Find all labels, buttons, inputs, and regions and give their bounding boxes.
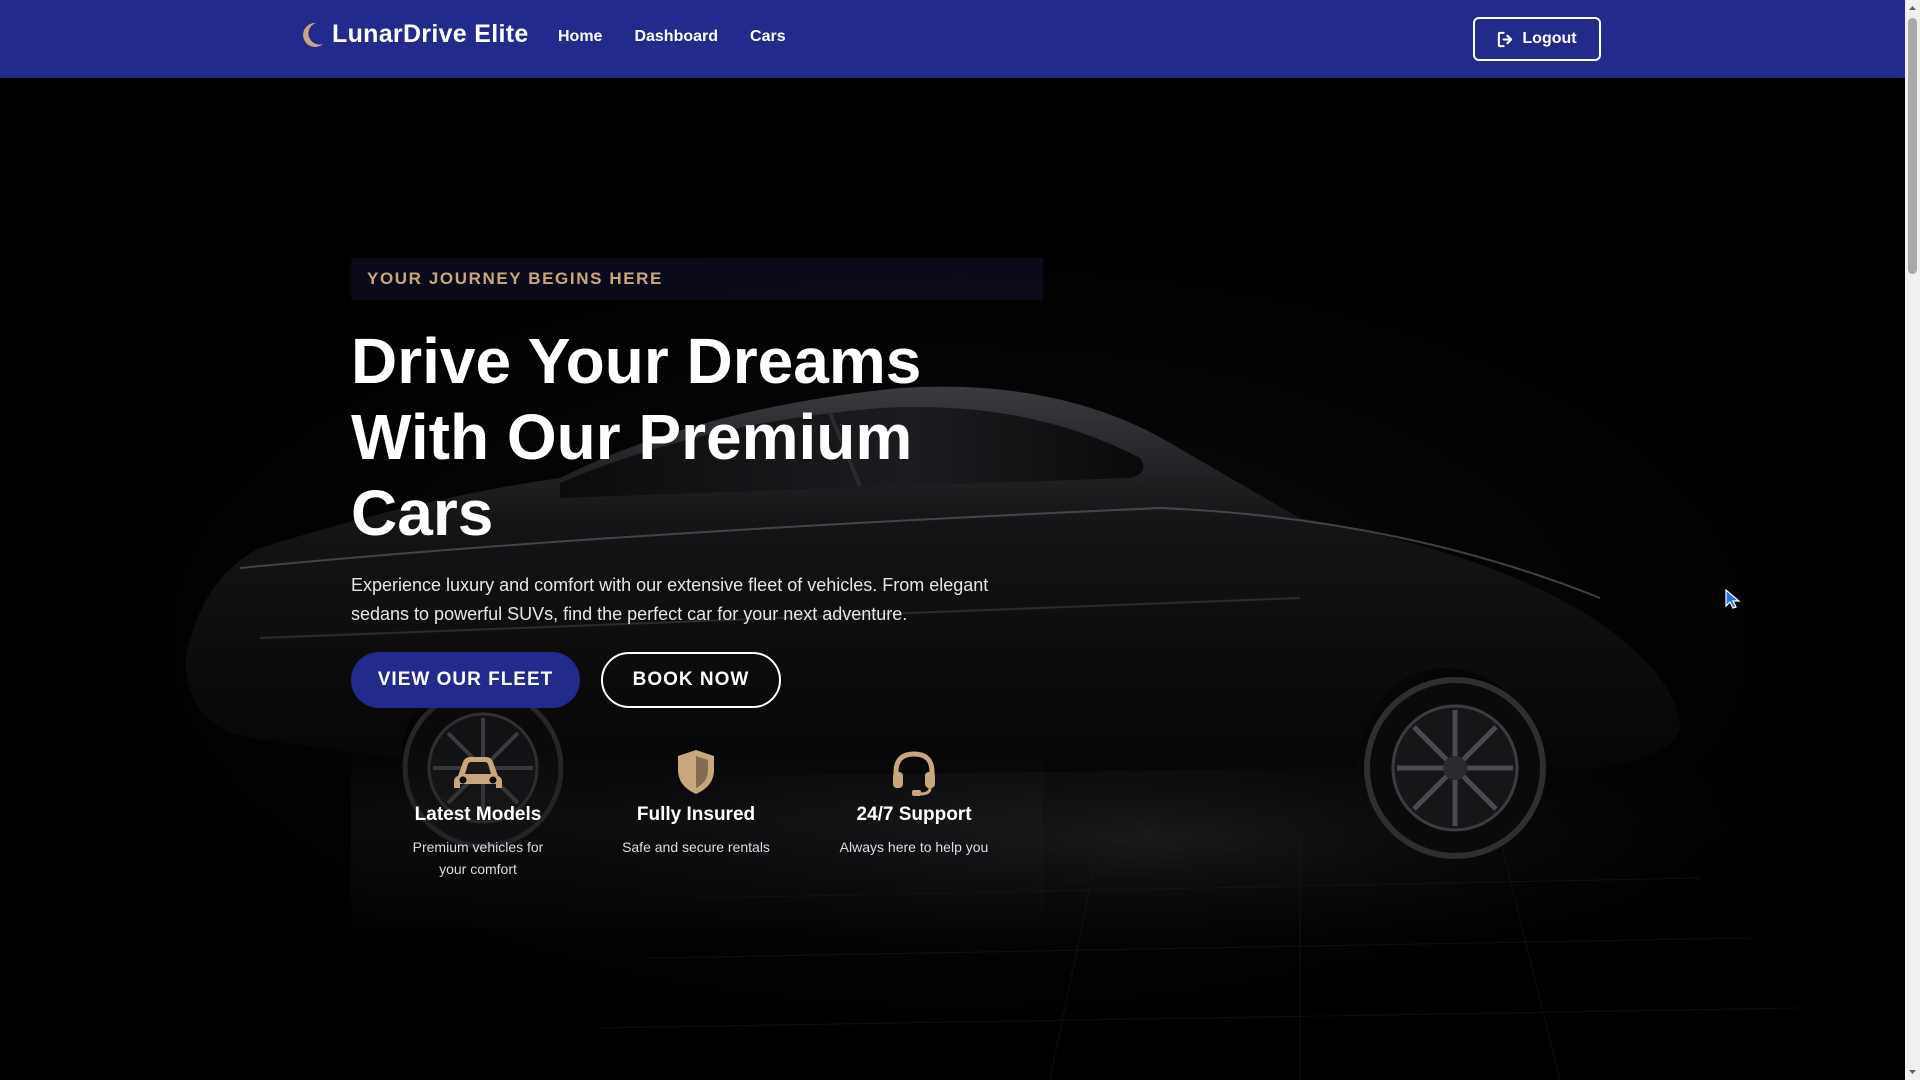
sign-out-icon <box>1498 31 1513 47</box>
feature-fully-insured: Fully Insured Safe and secure rentals <box>596 748 796 858</box>
logout-button[interactable]: Logout <box>1473 17 1601 61</box>
feature-title: Latest Models <box>414 804 542 825</box>
book-now-button[interactable]: BOOK NOW <box>601 652 781 708</box>
scroll-down-arrow-icon[interactable] <box>1905 1064 1920 1080</box>
brand-name: LunarDrive Elite <box>332 20 529 48</box>
top-navbar: LunarDrive Elite Home Dashboard Cars Log… <box>0 0 1905 78</box>
mouse-cursor-icon <box>1725 588 1741 609</box>
hero-section: YOUR JOURNEY BEGINS HERE Drive Your Drea… <box>0 78 1905 1080</box>
vertical-scrollbar[interactable] <box>1905 0 1920 1080</box>
feature-latest-models: Latest Models Premium vehicles for your … <box>378 748 578 880</box>
feature-title: Fully Insured <box>636 804 756 825</box>
feature-description: Always here to help you <box>839 839 989 855</box>
nav-links: Home Dashboard Cars <box>558 28 786 46</box>
feature-support: 24/7 Support Always here to help you <box>814 748 1014 858</box>
car-icon <box>454 757 502 788</box>
nav-link-dashboard[interactable]: Dashboard <box>634 28 718 46</box>
features-strip: Latest Models Premium vehicles for your … <box>351 748 1043 928</box>
headset-icon <box>893 751 935 796</box>
crescent-moon-icon <box>303 22 323 47</box>
brand-logo-link[interactable]: LunarDrive Elite <box>302 20 529 49</box>
feature-title: 24/7 Support <box>856 804 972 825</box>
feature-description: Premium vehicles for your comfort <box>412 839 544 877</box>
shield-icon <box>678 750 714 794</box>
hero-tagline: YOUR JOURNEY BEGINS HERE <box>351 258 1043 300</box>
hero-headline: Drive Your Dreams With Our Premium Cars <box>351 325 922 549</box>
nav-link-cars[interactable]: Cars <box>750 28 786 46</box>
view-fleet-button[interactable]: VIEW OUR FLEET <box>351 652 580 708</box>
logout-label: Logout <box>1522 30 1577 47</box>
nav-link-home[interactable]: Home <box>558 28 602 46</box>
feature-description: Safe and secure rentals <box>622 839 770 855</box>
hero-description: Experience luxury and comfort with our e… <box>351 575 989 624</box>
scroll-up-arrow-icon[interactable] <box>1905 0 1920 16</box>
scrollbar-thumb[interactable] <box>1908 18 1917 274</box>
